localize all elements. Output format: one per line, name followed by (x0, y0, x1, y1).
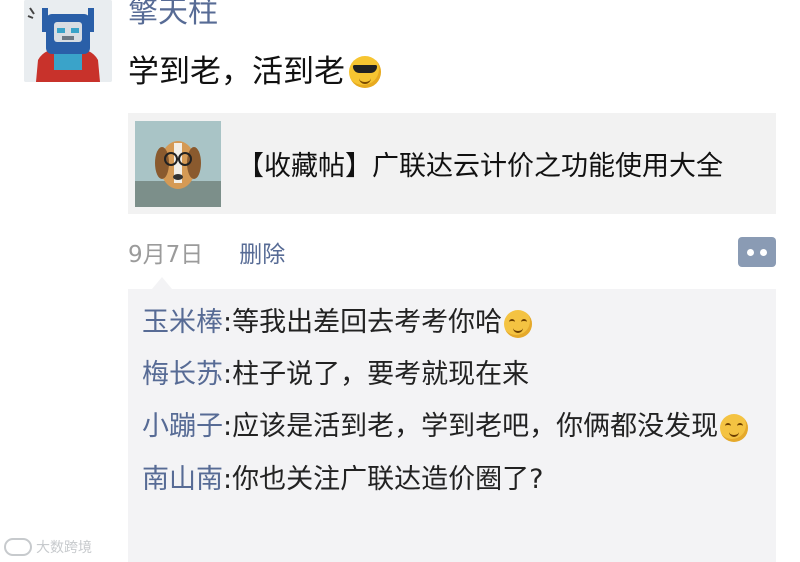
commenter-name[interactable]: 梅长苏 (142, 359, 223, 390)
watermark-logo-icon (4, 538, 32, 556)
comment-separator: : (223, 359, 233, 390)
avatar[interactable] (24, 0, 112, 82)
comment-text: 应该是活到老，学到老吧，你俩都没发现 (232, 411, 719, 442)
delete-button[interactable]: 删除 (239, 235, 285, 269)
comments-panel: 玉米棒:等我出差回去考考你哈 梅长苏:柱子说了，要考就现在来 小蹦子:应该是活到… (128, 289, 776, 562)
commenter-name[interactable]: 南山南 (142, 464, 223, 495)
post-author[interactable]: 擎天柱 (128, 0, 218, 32)
comment-item[interactable]: 玉米棒:等我出差回去考考你哈 (128, 297, 776, 349)
post-date: 9月7日 (128, 242, 204, 268)
shared-link-card[interactable]: 【收藏帖】广联达云计价之功能使用大全 (128, 113, 776, 214)
sunglasses-emoji-icon (349, 56, 381, 88)
comment-separator: : (223, 411, 233, 442)
comment-separator: : (223, 307, 233, 338)
commenter-name[interactable]: 小蹦子 (142, 411, 223, 442)
comment-separator: : (223, 464, 233, 495)
smirk-emoji-icon (504, 309, 533, 338)
watermark: 大数跨境 (4, 537, 92, 557)
comment-item[interactable]: 小蹦子:应该是活到老，学到老吧，你俩都没发现 (128, 401, 776, 454)
comment-text: 柱子说了，要考就现在来 (232, 359, 530, 390)
watermark-text: 大数跨境 (36, 540, 92, 556)
commenter-name[interactable]: 玉米棒 (142, 307, 223, 338)
post-meta: 9月7日 删除 (128, 234, 285, 270)
post-text-content: 学到老，活到老 (128, 54, 345, 90)
comments-pointer (152, 277, 172, 289)
comment-item[interactable]: 梅长苏:柱子说了，要考就现在来 (128, 349, 776, 401)
smirk-emoji-icon (720, 413, 749, 442)
comment-text: 等我出差回去考考你哈 (232, 307, 503, 338)
post-text: 学到老，活到老 (128, 52, 381, 92)
link-thumbnail (135, 120, 221, 207)
more-dot-icon (760, 248, 767, 256)
comment-item[interactable]: 南山南:你也关注广联达造价圈了? (128, 454, 776, 506)
more-dot-icon (747, 248, 754, 256)
link-title: 【收藏帖】广联达云计价之功能使用大全 (237, 151, 723, 182)
comment-text: 你也关注广联达造价圈了? (232, 464, 544, 495)
comment-menu-button[interactable] (738, 237, 776, 267)
